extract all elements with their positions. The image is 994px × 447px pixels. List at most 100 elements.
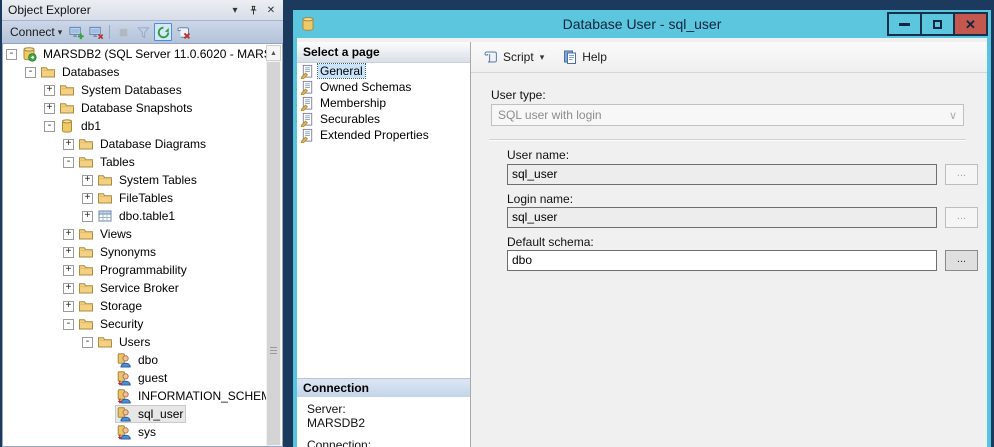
user-name-browse-button: ... (945, 164, 978, 185)
user-name-label: User name: (507, 148, 569, 162)
collapse-icon[interactable]: - (6, 49, 17, 60)
expand-icon[interactable]: + (82, 175, 93, 186)
tree-row[interactable]: -Databases (4, 63, 266, 81)
tree-row[interactable]: -Tables (4, 153, 266, 171)
close-button[interactable]: ✕ (953, 12, 988, 36)
tree-row[interactable]: +Synonyms (4, 243, 266, 261)
default-schema-browse-button[interactable]: ... (945, 250, 978, 271)
page-item-extended-properties[interactable]: Extended Properties (297, 127, 470, 143)
expand-icon[interactable]: + (82, 193, 93, 204)
tree-row[interactable]: + dbo.table1 (4, 207, 266, 225)
dialog-toolbar: Script ▾ Help (471, 42, 987, 73)
filter-icon[interactable] (134, 23, 152, 41)
maximize-button[interactable] (920, 12, 955, 36)
table-icon (97, 208, 113, 224)
close-panel-icon[interactable]: ✕ (263, 3, 279, 18)
property-page-icon (300, 112, 315, 127)
default-schema-field[interactable]: dbo (507, 250, 937, 271)
scrollbar-thumb[interactable] (267, 62, 280, 445)
tree-row[interactable]: guest (4, 369, 266, 387)
expand-icon[interactable]: + (82, 211, 93, 222)
tree-row[interactable]: + System Databases (4, 81, 266, 99)
page-item-label: Owned Schemas (318, 80, 413, 94)
tree-row[interactable]: sys (4, 423, 266, 441)
tree-row[interactable]: +Storage (4, 297, 266, 315)
tree-row[interactable]: +Database Snapshots (4, 99, 266, 117)
tree-row[interactable]: dbo (4, 351, 266, 369)
tree-row[interactable]: sql_user (4, 405, 266, 423)
tree-row[interactable]: INFORMATION_SCHEM (4, 387, 266, 405)
expand-icon[interactable]: + (63, 139, 74, 150)
expand-icon[interactable]: + (44, 85, 55, 96)
tree-row[interactable]: + Database Diagrams (4, 135, 266, 153)
pin-icon[interactable] (245, 3, 261, 18)
script-button[interactable]: Script ▾ (479, 47, 548, 67)
expand-icon[interactable]: + (63, 301, 74, 312)
connect-server-icon[interactable] (67, 23, 85, 41)
tree-row[interactable]: +Programmability (4, 261, 266, 279)
refresh-icon[interactable] (154, 23, 172, 41)
connection-info: Server: MARSDB2 Connection: (307, 402, 371, 447)
folder-icon (59, 100, 75, 116)
page-item-label: Securables (318, 112, 382, 126)
combo-chevron-icon: ∨ (949, 109, 957, 122)
tree-node-label: dbo (136, 352, 160, 368)
folder-icon (78, 280, 94, 296)
collapse-icon[interactable]: - (63, 157, 74, 168)
tree-row[interactable]: +System Tables (4, 171, 266, 189)
script-icon (483, 49, 499, 65)
expand-icon[interactable]: + (44, 103, 55, 114)
tree-scrollbar[interactable]: ▲ (266, 45, 281, 446)
collapse-icon[interactable]: - (63, 319, 74, 330)
minimize-button[interactable] (887, 12, 922, 36)
folder-icon (78, 136, 94, 152)
user-icon (116, 352, 132, 368)
tree-row[interactable]: -Security (4, 315, 266, 333)
scrollbar-up-icon[interactable]: ▲ (266, 45, 281, 61)
tree-node-label: Database Diagrams (98, 136, 208, 152)
default-schema-label: Default schema: (507, 235, 594, 249)
tree-row[interactable]: + FileTables (4, 189, 266, 207)
tree-node-label: System Databases (79, 82, 184, 98)
dialog-titlebar[interactable]: Database User - sql_user ✕ (293, 10, 991, 38)
property-page-icon (300, 80, 315, 95)
folder-icon (78, 154, 94, 170)
tree-row[interactable]: +Service Broker (4, 279, 266, 297)
tree-node-label: FileTables (117, 190, 175, 206)
expand-icon[interactable]: + (63, 247, 74, 258)
tree-row[interactable]: +Views (4, 225, 266, 243)
folder-icon (59, 82, 75, 98)
page-item-securables[interactable]: Securables (297, 111, 470, 127)
collapse-icon[interactable]: - (25, 67, 36, 78)
collapse-icon[interactable]: - (44, 121, 55, 132)
window-menu-icon[interactable]: ▾ (227, 3, 243, 18)
script-error-icon[interactable] (174, 23, 192, 41)
expand-icon[interactable]: + (63, 229, 74, 240)
folder-icon (78, 226, 94, 242)
folder-icon (97, 172, 113, 188)
help-button[interactable]: Help (558, 47, 611, 67)
expand-icon[interactable]: + (63, 265, 74, 276)
tree-row[interactable]: -Users (4, 333, 266, 351)
property-page-icon (300, 128, 315, 143)
user-name-field: sql_user (507, 164, 937, 185)
tree-row[interactable]: -MARSDB2 (SQL Server 11.0.6020 - MARSD (4, 45, 266, 63)
object-explorer-title: Object Explorer (8, 3, 225, 17)
page-item-general[interactable]: General (297, 63, 470, 79)
page-item-owned-schemas[interactable]: Owned Schemas (297, 79, 470, 95)
tree-node-label: dbo.table1 (117, 208, 177, 224)
folder-icon (97, 190, 113, 206)
disconnect-server-icon[interactable] (87, 23, 105, 41)
expand-icon[interactable]: + (63, 283, 74, 294)
page-item-membership[interactable]: Membership (297, 95, 470, 111)
object-explorer-panel: Object Explorer ▾ ✕ Connect ▾ (2, 0, 283, 447)
folder-icon (78, 262, 94, 278)
user-disabled-icon (116, 370, 132, 386)
object-explorer-tree: -MARSDB2 (SQL Server 11.0.6020 - MARSD-D… (2, 44, 283, 447)
script-chevron-icon[interactable]: ▾ (540, 52, 545, 63)
folder-icon (78, 316, 94, 332)
collapse-icon[interactable]: - (82, 337, 93, 348)
database-icon (59, 118, 75, 134)
tree-row[interactable]: -db1 (4, 117, 266, 135)
connect-button[interactable]: Connect ▾ (6, 24, 66, 40)
